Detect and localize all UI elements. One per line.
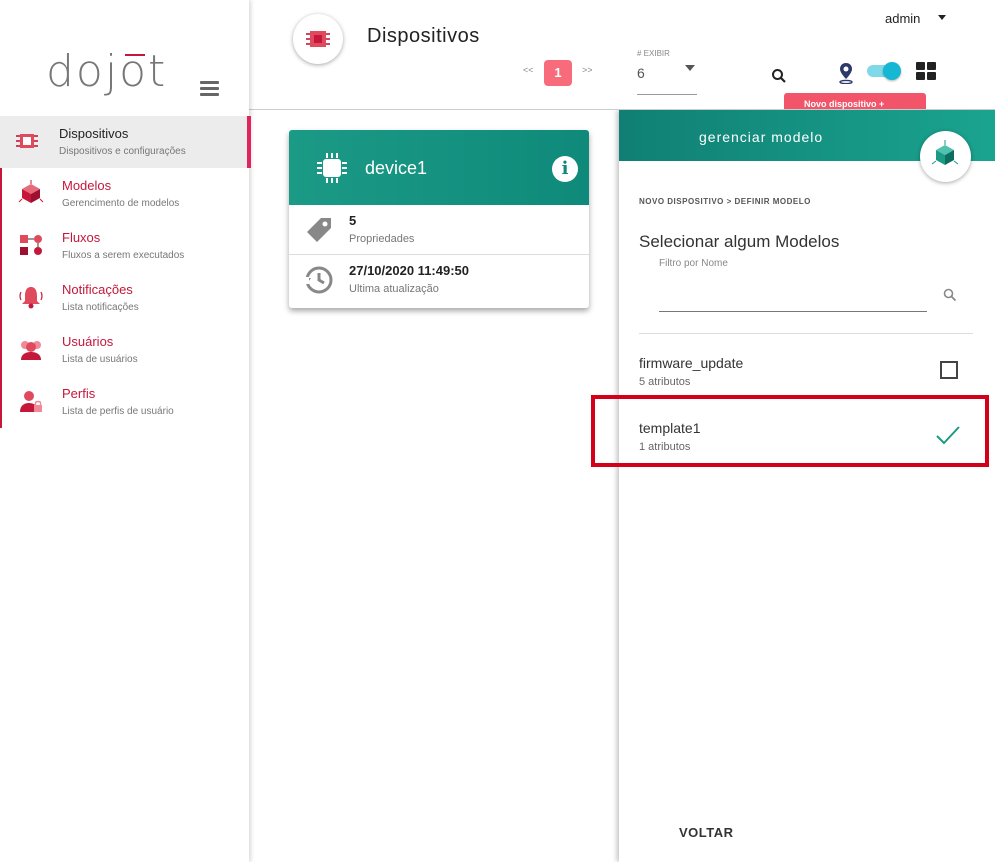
sidebar-item-label: Notificações xyxy=(62,282,133,297)
cube-icon xyxy=(18,180,44,203)
device-card-header: device1 i xyxy=(289,130,589,205)
sidebar-item-sublabel: Lista notificações xyxy=(62,302,139,313)
map-marker-icon[interactable] xyxy=(838,62,854,84)
logo-accent xyxy=(125,54,145,56)
chevron-down-icon xyxy=(685,65,695,71)
manage-template-panel: gerenciar modelo NOVO DISPOSITIVO > DEFI… xyxy=(591,110,995,862)
search-icon[interactable] xyxy=(943,288,957,302)
bell-icon xyxy=(19,287,43,309)
sidebar-item-sublabel: Lista de perfis de usuário xyxy=(62,406,174,417)
device-properties-row: 5 Propriedades xyxy=(289,205,589,255)
sidebar-item-sublabel: Lista de usuários xyxy=(62,354,138,365)
select-template-title: Selecionar algum Modelos xyxy=(639,232,840,251)
users-icon xyxy=(21,341,41,360)
show-count-select[interactable]: 6 xyxy=(637,60,697,95)
sidebar-item-sublabel: Gerencimento de modelos xyxy=(62,198,180,209)
logo-text: dojot xyxy=(46,46,168,97)
page-icon xyxy=(293,14,343,64)
template-name: firmware_update xyxy=(639,355,744,371)
panel-badge xyxy=(920,131,971,182)
sidebar-item-sublabel: Fluxos a serem executados xyxy=(62,250,185,261)
sidebar-item-modelos[interactable]: Modelos Gerencimento de modelos xyxy=(0,168,249,220)
flow-icon xyxy=(20,235,42,255)
app: dojot Dispositivos Dispositivos e config… xyxy=(0,0,995,862)
sidebar-item-sublabel: Dispositivos e configurações xyxy=(59,146,186,157)
show-count-value: 6 xyxy=(637,65,645,81)
properties-count: 5 xyxy=(349,213,357,228)
device-card[interactable]: device1 i 5 Propriedades 27/10/2020 11:4… xyxy=(289,130,589,308)
updated-at: 27/10/2020 11:49:50 xyxy=(349,263,469,278)
user-lock-icon xyxy=(20,391,42,412)
filter-input[interactable] xyxy=(659,282,927,312)
toggle-knob xyxy=(883,62,901,80)
sidebar-item-usuarios[interactable]: Usuários Lista de usuários xyxy=(0,324,249,376)
view-toggle[interactable] xyxy=(867,62,901,80)
sidebar-item-notificacoes[interactable]: Notificações Lista notificações xyxy=(0,272,249,324)
sidebar-item-label: Fluxos xyxy=(62,230,101,245)
panel-title: gerenciar modelo xyxy=(699,129,824,145)
sidebar-item-label: Usuários xyxy=(62,334,114,349)
history-icon xyxy=(303,266,333,294)
properties-label: Propriedades xyxy=(349,233,415,245)
new-device-button[interactable]: Novo dispositivo + xyxy=(784,93,926,109)
filter-label: Filtro por Nome xyxy=(659,258,728,269)
chip-icon xyxy=(16,134,38,148)
sidebar-item-dispositivos[interactable]: Dispositivos Dispositivos e configuraçõe… xyxy=(0,116,251,168)
highlight-box xyxy=(591,395,989,467)
sidebar: dojot Dispositivos Dispositivos e config… xyxy=(0,0,251,862)
sidebar-item-label: Perfis xyxy=(62,386,96,401)
divider xyxy=(639,333,973,334)
pager-current-page[interactable]: 1 xyxy=(544,60,572,86)
pager-prev-button[interactable]: << xyxy=(523,65,534,75)
tag-icon xyxy=(307,218,331,242)
info-icon[interactable]: i xyxy=(552,156,578,182)
menu-icon[interactable] xyxy=(200,81,219,97)
sidebar-nav: Dispositivos Dispositivos e configuraçõe… xyxy=(0,116,251,428)
pager-next-button[interactable]: >> xyxy=(582,65,593,75)
updated-label: Ultima atualização xyxy=(349,283,439,295)
dojot-logo[interactable]: dojot xyxy=(46,46,166,106)
device-updated-row: 27/10/2020 11:49:50 Ultima atualização xyxy=(289,255,589,305)
search-icon[interactable] xyxy=(771,68,787,84)
template-item[interactable]: firmware_update 5 atributos xyxy=(619,343,995,399)
chip-icon xyxy=(317,153,347,183)
sidebar-item-fluxos[interactable]: Fluxos Fluxos a serem executados xyxy=(0,220,249,272)
top-header: Dispositivos << 1 >> # EXIBIR 6 admin No… xyxy=(249,0,995,110)
page-title: Dispositivos xyxy=(367,25,480,47)
breadcrumb: NOVO DISPOSITIVO > DEFINIR MODELO xyxy=(639,197,811,206)
grid-view-icon[interactable] xyxy=(916,62,936,80)
sidebar-item-perfis[interactable]: Perfis Lista de perfis de usuário xyxy=(0,376,249,428)
back-button[interactable]: VOLTAR xyxy=(679,825,734,840)
template-checkbox[interactable] xyxy=(940,361,958,379)
device-list: device1 i 5 Propriedades 27/10/2020 11:4… xyxy=(249,110,619,862)
sidebar-item-label: Dispositivos xyxy=(59,126,129,141)
caret-down-icon[interactable] xyxy=(938,15,946,20)
device-name: device1 xyxy=(365,158,428,178)
sidebar-item-label: Modelos xyxy=(62,178,112,193)
show-count-label: # EXIBIR xyxy=(637,49,670,58)
cube-icon xyxy=(931,140,959,165)
chip-icon xyxy=(306,31,330,47)
user-menu[interactable]: admin xyxy=(885,11,920,26)
template-attrs: 5 atributos xyxy=(639,376,691,388)
